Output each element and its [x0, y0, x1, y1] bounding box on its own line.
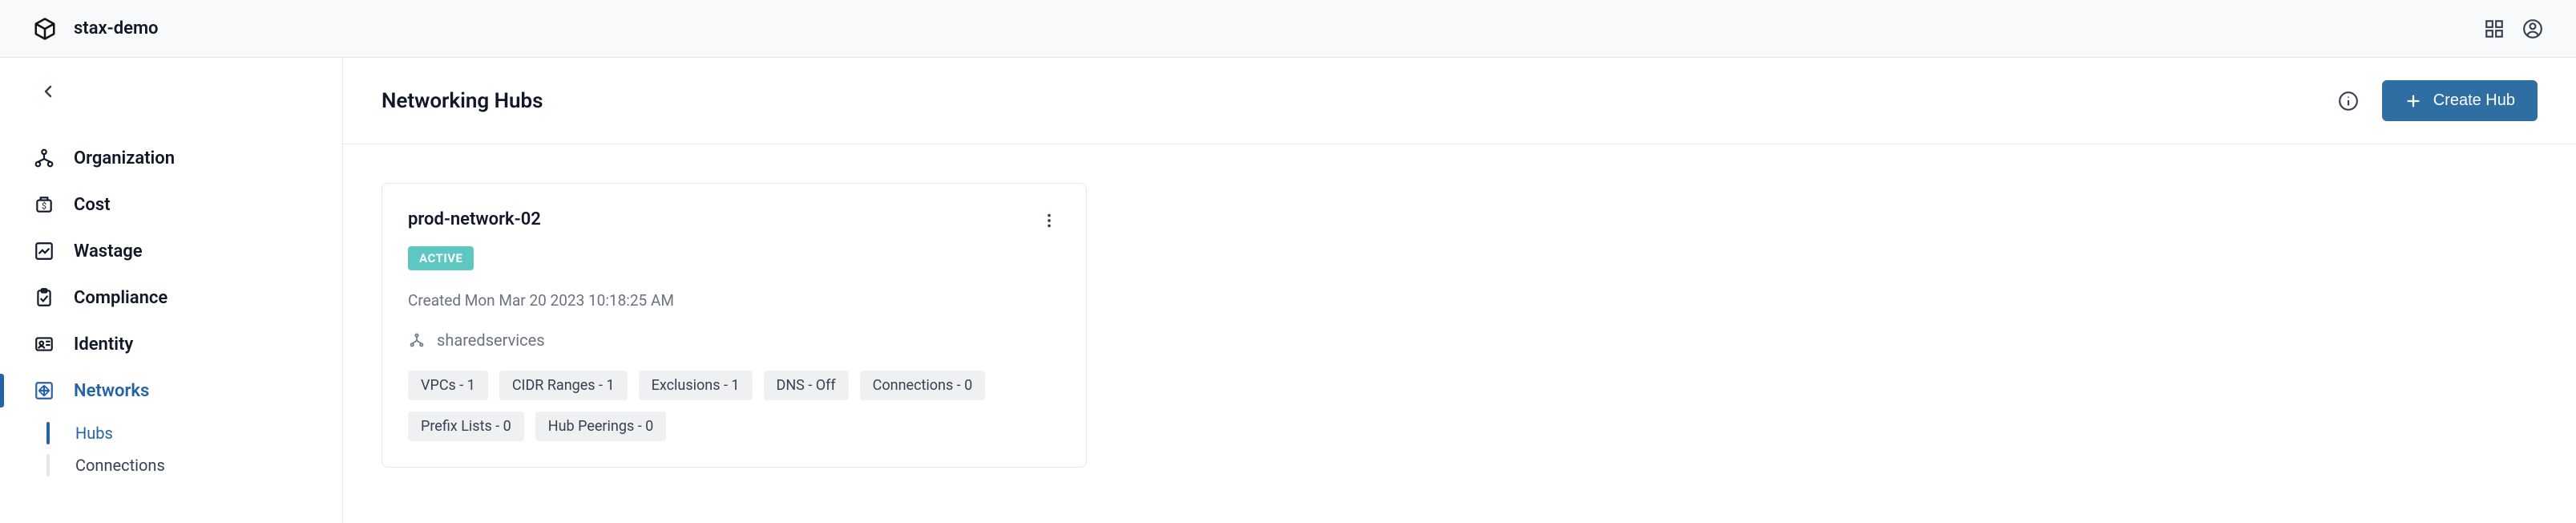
org-name: sharedservices — [437, 330, 545, 350]
topbar-right — [2483, 18, 2544, 40]
sidebar-sub-label: Connections — [75, 456, 165, 475]
tag-vpcs[interactable]: VPCs - 1 — [408, 371, 488, 400]
sidebar-item-cost[interactable]: $ Cost — [0, 181, 342, 228]
created-text: Created Mon Mar 20 2023 10:18:25 AM — [408, 291, 1060, 310]
topbar-left: stax-demo — [32, 16, 159, 42]
svg-text:$: $ — [42, 201, 46, 211]
hub-tags: VPCs - 1 CIDR Ranges - 1 Exclusions - 1 … — [408, 371, 1060, 441]
apps-grid-icon[interactable] — [2483, 18, 2505, 40]
tag-hub-peerings[interactable]: Hub Peerings - 0 — [535, 412, 667, 441]
main-header: Networking Hubs Create Hub — [343, 58, 2576, 144]
topbar-title: stax-demo — [74, 18, 159, 39]
create-hub-button[interactable]: Create Hub — [2382, 80, 2538, 121]
sidebar-item-organization[interactable]: Organization — [0, 135, 342, 181]
hub-card[interactable]: prod-network-02 ACTIVE Created Mon Mar 2… — [382, 183, 1087, 468]
main-header-right: Create Hub — [2337, 80, 2538, 121]
cost-icon: $ — [32, 193, 56, 217]
sidebar-sub: Hubs Connections — [46, 417, 342, 481]
sidebar-item-label: Organization — [74, 148, 175, 168]
sidebar-item-label: Wastage — [74, 241, 143, 262]
tag-connections[interactable]: Connections - 0 — [860, 371, 986, 400]
main: Networking Hubs Create Hub prod-network-… — [343, 58, 2576, 523]
org-small-icon — [408, 331, 426, 349]
tag-prefix-lists[interactable]: Prefix Lists - 0 — [408, 412, 524, 441]
hub-name: prod-network-02 — [408, 209, 541, 229]
organization-icon — [32, 146, 56, 170]
stax-logo-icon — [32, 16, 58, 42]
identity-icon — [32, 332, 56, 356]
sidebar: Organization $ Cost Wastage Compliance I… — [0, 58, 343, 523]
tag-exclusions[interactable]: Exclusions - 1 — [639, 371, 753, 400]
sidebar-item-label: Identity — [74, 334, 133, 355]
sidebar-item-identity[interactable]: Identity — [0, 321, 342, 367]
sidebar-item-label: Networks — [74, 381, 149, 401]
status-badge: ACTIVE — [408, 246, 474, 270]
sidebar-item-networks[interactable]: Networks — [0, 367, 342, 414]
layout: Organization $ Cost Wastage Compliance I… — [0, 58, 2576, 523]
compliance-icon — [32, 286, 56, 310]
sidebar-item-compliance[interactable]: Compliance — [0, 274, 342, 321]
card-header: prod-network-02 — [408, 209, 1060, 232]
create-hub-label: Create Hub — [2433, 91, 2515, 110]
sidebar-item-wastage[interactable]: Wastage — [0, 228, 342, 274]
networks-icon — [32, 379, 56, 403]
tag-dns[interactable]: DNS - Off — [764, 371, 849, 400]
content: prod-network-02 ACTIVE Created Mon Mar 2… — [343, 144, 2576, 506]
sidebar-sub-label: Hubs — [75, 424, 113, 443]
topbar: stax-demo — [0, 0, 2576, 58]
sidebar-sub-hubs[interactable]: Hubs — [46, 417, 342, 449]
sidebar-item-label: Compliance — [74, 288, 168, 308]
sidebar-sub-connections[interactable]: Connections — [46, 449, 342, 481]
sidebar-back-button[interactable] — [34, 77, 63, 106]
wastage-icon — [32, 239, 56, 263]
info-icon[interactable] — [2337, 90, 2360, 112]
plus-icon — [2404, 92, 2422, 110]
user-circle-icon[interactable] — [2521, 18, 2544, 40]
sidebar-item-label: Cost — [74, 195, 111, 215]
page-title: Networking Hubs — [382, 89, 543, 113]
tag-cidr-ranges[interactable]: CIDR Ranges - 1 — [499, 371, 628, 400]
org-row: sharedservices — [408, 330, 1060, 350]
kebab-menu-icon[interactable] — [1038, 209, 1060, 232]
